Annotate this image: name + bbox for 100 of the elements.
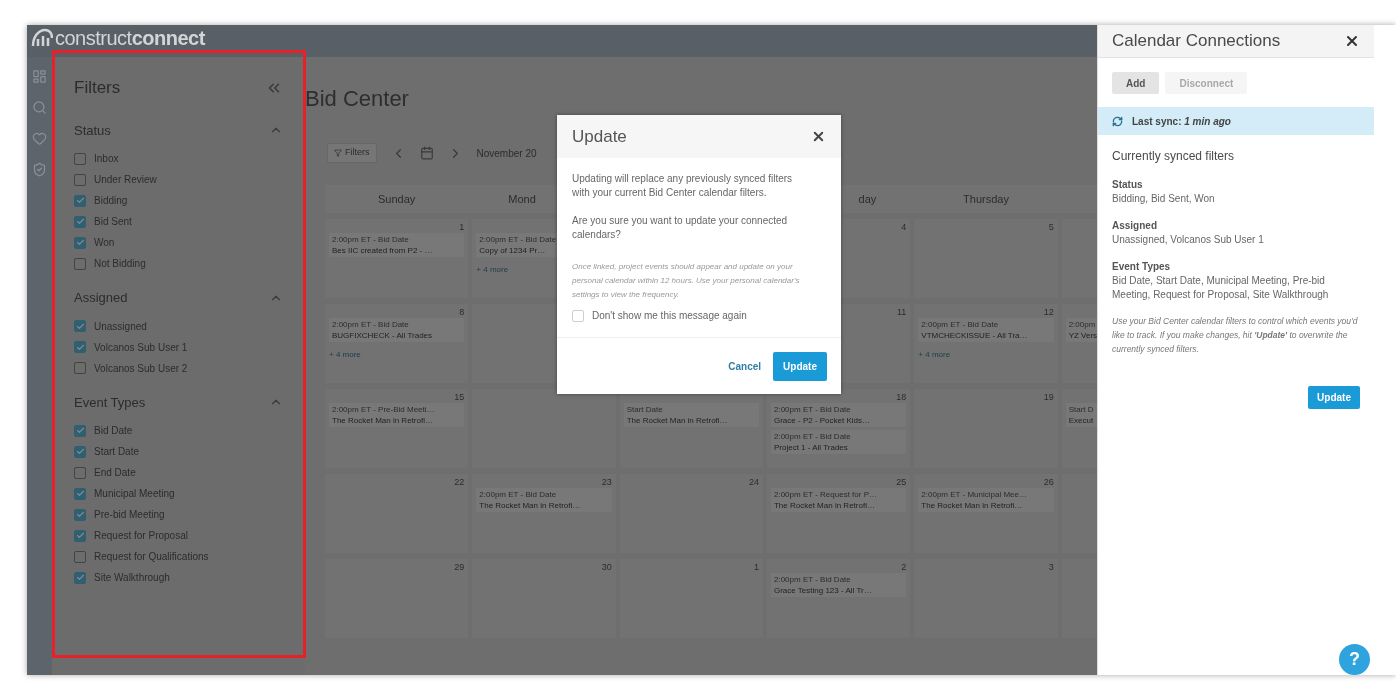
cancel-button[interactable]: Cancel [728, 358, 762, 374]
event-time: 2:00pm [1068, 319, 1097, 330]
checkbox[interactable] [74, 236, 86, 249]
filter-label: Won [94, 236, 115, 250]
calendar-cell[interactable]: 12 2:00pm ET - Bid Date VTMCHECKISSUE - All Tra… + 4 more [914, 304, 1058, 383]
more-link[interactable]: + 4 more [329, 349, 465, 361]
section-title[interactable]: Status [74, 120, 111, 140]
calendar-cell[interactable]: 15 2:00pm ET - Pre-Bid Meeti… The Rocket Man in Retrofi… [325, 389, 469, 468]
refresh-icon[interactable] [1112, 115, 1123, 127]
calendar-cell[interactable]: 22 [325, 474, 469, 553]
checkbox[interactable] [74, 257, 86, 270]
filter-label: Under Review [94, 173, 157, 187]
panel-note: Use your Bid Center calendar filters to control which events you'd like to track. If you make changes, hit 'Update' to overwrite the currently synced filters. [1112, 315, 1359, 356]
checkbox[interactable] [74, 152, 86, 165]
calendar-cell[interactable]: 23 2:00pm ET - Bid Date The Rocket Man in Retrofi… [472, 474, 616, 553]
calendar-cell[interactable] [472, 389, 616, 468]
event-title: Bes IIC created from P2 - … [332, 245, 434, 256]
day-number: 4 [901, 221, 907, 233]
calendar-event[interactable]: Start D Execut [1065, 403, 1097, 427]
calendar-icon[interactable] [419, 146, 434, 160]
day-number: 22 [454, 476, 465, 488]
day-number: 23 [601, 476, 612, 488]
calendar-event[interactable]: 2:00pm YZ Vers [1065, 318, 1097, 342]
event-time: 2:00pm ET - Pre-Bid Meeti… [332, 404, 436, 415]
group-title: Status [1112, 178, 1144, 192]
checkbox[interactable] [74, 362, 86, 374]
help-button[interactable]: ? [1339, 644, 1370, 675]
checkbox[interactable] [74, 424, 86, 437]
checkbox[interactable] [74, 194, 86, 207]
section-title[interactable]: Event Types [74, 392, 146, 412]
search-icon[interactable] [32, 100, 47, 115]
day-number: 11 [897, 306, 907, 318]
event-time: 2:00pm ET - Bid Date [774, 404, 852, 415]
calendar-cell[interactable]: 1 [619, 559, 763, 638]
confirm-button[interactable]: Update [773, 351, 827, 381]
panel-button[interactable]: Add [1112, 72, 1160, 94]
calendar-event[interactable]: 2:00pm ET - Bid Date Grace Testing 123 - All Tr… [771, 573, 907, 597]
event-title: The Rocket Man in Retrofi… [332, 415, 434, 426]
checkbox[interactable] [74, 320, 86, 332]
calendar-cell[interactable]: 1 2:00pm ET - Bid Date Bes IIC created from P2 - … [325, 219, 469, 298]
calendar-cell[interactable]: 19 [914, 389, 1058, 468]
calendar-cell[interactable]: Start D Execut [1061, 389, 1097, 468]
calendar-event[interactable]: 2:00pm ET - Bid Date Grace - P2 - Pocket Kids… [771, 403, 907, 427]
checkbox[interactable] [74, 571, 86, 584]
calendar-event[interactable]: Start Date The Rocket Man in Retrofi… [623, 403, 759, 427]
calendar-cell[interactable]: 30 [472, 559, 616, 638]
filter-label: Municipal Meeting [94, 487, 175, 501]
event-title: The Rocket Man in Retrofi… [479, 500, 582, 511]
calendar-event[interactable]: 2:00pm ET - Bid Date The Rocket Man in Retrofi… [476, 488, 612, 512]
day-number: 24 [748, 476, 759, 488]
filter-label: Volcanos Sub User 1 [94, 340, 188, 355]
checkbox[interactable] [74, 215, 86, 228]
calendar-cell[interactable]: 26 2:00pm ET - Municipal Mee… The Rocket Man in Retrofi… [914, 474, 1058, 553]
checkbox[interactable] [74, 466, 86, 479]
day-number: 18 [896, 391, 907, 403]
calendar-cell[interactable]: 5 [914, 219, 1058, 298]
group-value: Bid Date, Start Date, Municipal Meeting, Pre-bid Meeting, Request for Proposal, Site Walkthrough [1112, 274, 1330, 302]
day-number: 5 [1048, 221, 1054, 233]
filter-label: Pre-bid Meeting [94, 508, 165, 522]
close-icon[interactable] [1344, 33, 1360, 49]
synced-heading: Currently synced filters [1112, 148, 1236, 165]
calendar-cell[interactable]: 24 [619, 474, 763, 553]
calendar-event[interactable]: 2:00pm ET - Bid Date Bes IIC created from P2 - … [329, 233, 465, 257]
calendar-event[interactable]: 2:00pm ET - Bid Date VTMCHECKISSUE - All Tra… [918, 318, 1054, 342]
panel-title: Calendar Connections [1112, 30, 1281, 53]
calendar-cell[interactable]: 18 2:00pm ET - Bid Date Grace - P2 - Pocket Kids… 2:00pm ET - Bid Date Project 1 - All Trades [767, 389, 911, 468]
event-title: The Rocket Man in Retrofi… [774, 500, 876, 511]
filters-button[interactable]: Filters [327, 143, 377, 163]
day-number: 25 [896, 476, 907, 488]
checkbox[interactable] [74, 529, 86, 542]
day-number: 1 [459, 221, 465, 233]
close-icon[interactable] [811, 129, 826, 144]
heart-icon[interactable] [32, 131, 47, 146]
event-title: YZ Vers [1068, 330, 1097, 341]
calendar-cell[interactable]: 2:00pm YZ Vers [1061, 304, 1097, 383]
calendar-event[interactable]: 2:00pm ET - Bid Date Project 1 - All Trades [771, 430, 907, 454]
filter-icon [334, 149, 342, 157]
calendar-event[interactable]: 2:00pm ET - Pre-Bid Meeti… The Rocket Man in Retrofi… [329, 403, 465, 427]
day-number: 12 [1043, 306, 1054, 318]
event-title: The Rocket Man in Retrofi… [921, 500, 1024, 511]
weekday-label: Sunday [378, 191, 416, 207]
checkbox[interactable] [74, 508, 86, 521]
calendar-cell[interactable]: 29 [325, 559, 469, 638]
calendar-event[interactable]: 2:00pm ET - Municipal Mee… The Rocket Man in Retrofi… [918, 488, 1054, 512]
checkbox[interactable] [74, 550, 86, 563]
calendar-cell[interactable]: 2 2:00pm ET - Bid Date Grace Testing 123 - All Tr… [767, 559, 911, 638]
checkbox[interactable] [74, 341, 86, 353]
more-link[interactable]: + 4 more [918, 349, 1054, 361]
month-label: November 20 [476, 146, 537, 161]
calendar-event[interactable]: 2:00pm ET - Bid Date BUGFIXCHECK - All Trades [329, 318, 465, 342]
calendar-cell[interactable]: 3 [914, 559, 1058, 638]
checkbox[interactable] [74, 487, 86, 500]
dashboard-icon[interactable] [32, 69, 47, 84]
checkbox[interactable] [74, 173, 86, 186]
section-title[interactable]: Assigned [74, 288, 128, 308]
checkbox[interactable] [74, 445, 86, 458]
calendar-cell[interactable]: 8 2:00pm ET - Bid Date BUGFIXCHECK - All Trades + 4 more [325, 304, 469, 383]
update-button[interactable]: Update [1308, 386, 1360, 409]
day-number: 1 [753, 561, 759, 573]
shield-icon[interactable] [32, 162, 47, 177]
